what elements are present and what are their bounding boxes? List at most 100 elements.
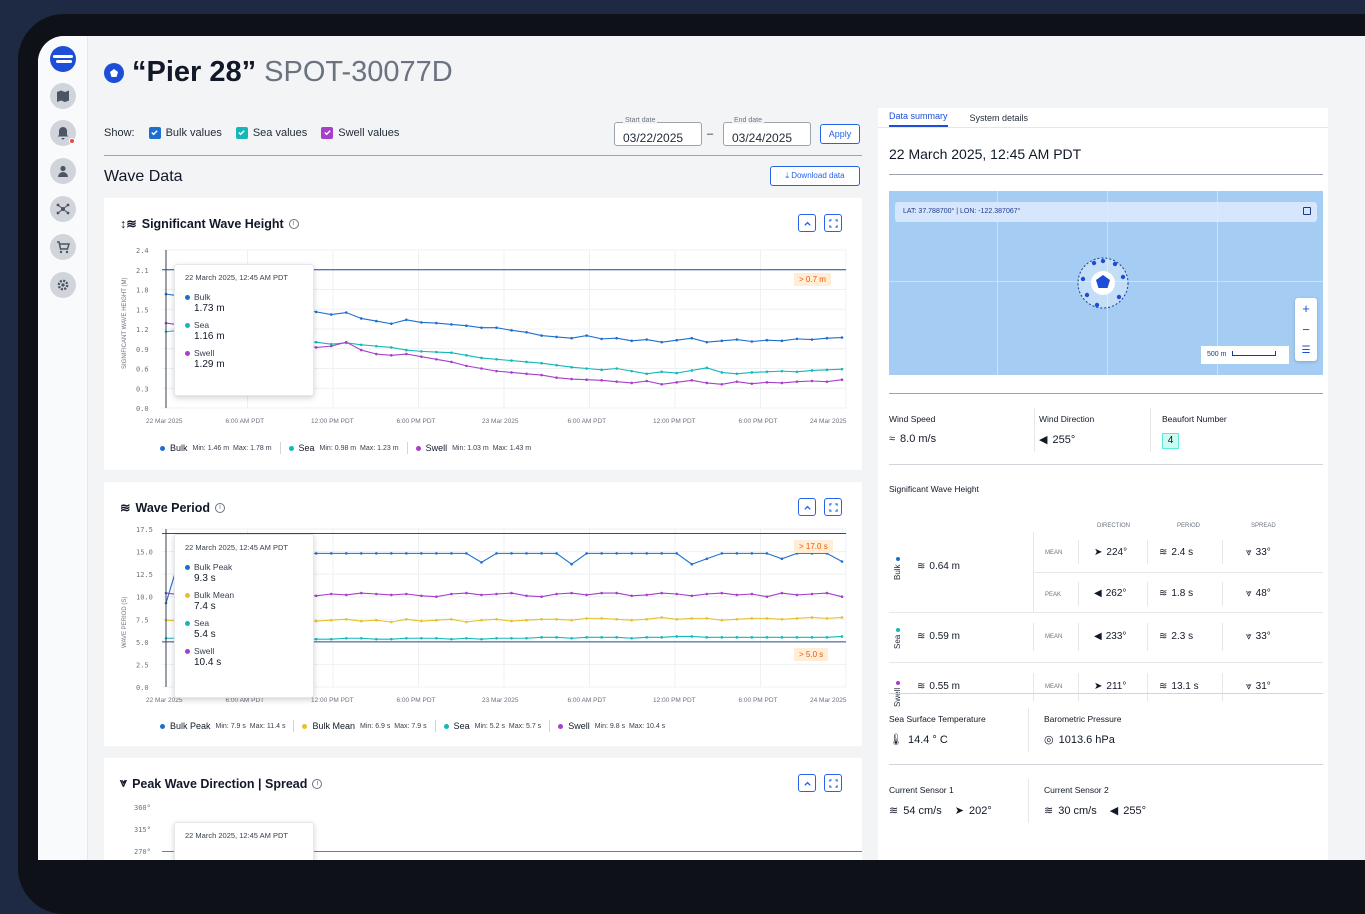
network-icon[interactable] [50, 196, 76, 222]
nav-rail [38, 36, 88, 860]
map-icon[interactable] [50, 83, 76, 109]
bulk-peak-spread-value: 48° [1255, 588, 1271, 599]
sea-checkbox[interactable]: Sea values [235, 126, 307, 139]
data-point [465, 591, 468, 595]
legend-max: 1.23 m [377, 444, 399, 452]
sea-period-value: 2.3 s [1171, 631, 1194, 642]
app-logo-icon[interactable] [50, 46, 76, 72]
tooltip-bulk-mean-value: 7.4 s [194, 601, 216, 612]
location-map[interactable]: LAT: 37.788700° | LON: -122.387067° + − … [889, 191, 1323, 375]
data-point [510, 591, 513, 595]
data-point [630, 381, 633, 385]
legend-name: Bulk Mean [312, 721, 356, 731]
data-point [720, 339, 724, 343]
legend-swell[interactable]: Swell Min: 1.03 m Max: 1.43 m [415, 443, 531, 453]
y-tick-label: 2.1 [136, 267, 149, 275]
zoom-out-button[interactable]: − [1295, 319, 1317, 340]
tooltip-bulk-peak-value: 9.3 s [194, 573, 216, 584]
x-tick-label: 6:00 PM PDT [739, 418, 778, 425]
bulk-peak-direction-value: 262° [1105, 588, 1127, 599]
data-point [405, 636, 408, 640]
data-point [329, 552, 333, 555]
data-point [555, 552, 558, 555]
cart-icon[interactable] [50, 234, 76, 260]
data-point [795, 380, 799, 383]
collapse-chevron-up-icon[interactable] [798, 774, 816, 792]
data-point [735, 338, 739, 341]
data-point [780, 636, 784, 639]
bell-icon[interactable] [50, 120, 76, 146]
x-tick-label: 24 Mar 2025 [810, 418, 847, 425]
tab-data-summary[interactable]: Data summary [889, 111, 948, 127]
data-point [690, 617, 694, 620]
sea-height: ≋ 0.59 m [917, 631, 960, 642]
settings-gear-icon[interactable] [50, 272, 76, 298]
start-date-field[interactable]: Start date 03/22/2025 [614, 117, 702, 146]
data-point [765, 636, 769, 639]
data-point [780, 617, 784, 621]
data-point [600, 368, 603, 372]
data-point [555, 636, 558, 639]
page-title: “Pier 28” SPOT-30077D [104, 56, 453, 89]
data-point [420, 619, 423, 623]
data-point [750, 340, 754, 343]
legend-name: Bulk Peak [170, 721, 211, 731]
apply-button[interactable]: Apply [820, 124, 860, 144]
period-legend: Bulk Peak Min: 7.9 s Max: 11.4 s Bulk Mea… [160, 720, 665, 732]
data-point [645, 379, 649, 383]
tab-system-details[interactable]: System details [970, 113, 1029, 127]
x-tick-label: 12:00 PM PDT [311, 418, 354, 425]
data-point [405, 352, 408, 356]
x-tick-label: 6:00 AM PDT [568, 697, 607, 704]
data-point [765, 338, 769, 342]
data-point [450, 552, 453, 555]
data-point [405, 348, 408, 352]
data-point [840, 367, 844, 371]
legend-sea[interactable]: Sea Min: 5.2 s Max: 5.7 s [443, 721, 541, 731]
legend-bulk-peak[interactable]: Bulk Peak Min: 7.9 s Max: 11.4 s [160, 721, 285, 731]
bulk-mean-direction: ➤ 224° [1094, 547, 1127, 558]
copy-icon[interactable] [1303, 207, 1311, 215]
y-tick-label: 0.0 [136, 684, 149, 692]
legend-bulk-mean[interactable]: Bulk Mean Min: 6.9 s Max: 7.9 s [302, 721, 427, 731]
data-point [510, 636, 513, 640]
bulk-mean-spread-value: 33° [1255, 547, 1271, 558]
spotter-location-marker-icon[interactable] [1075, 255, 1131, 311]
tooltip-bulk-mean-name: Bulk Mean [194, 590, 235, 600]
data-point [630, 369, 633, 373]
data-point [630, 552, 633, 555]
data-point [750, 371, 754, 374]
data-point [555, 617, 558, 621]
data-point [420, 350, 423, 353]
data-point [525, 618, 528, 622]
user-icon[interactable] [50, 158, 76, 184]
fullscreen-icon[interactable] [824, 774, 842, 792]
swell-checkbox[interactable]: Swell values [321, 126, 399, 139]
data-point [495, 617, 498, 621]
data-point [375, 618, 378, 622]
bulk-checkbox[interactable]: Bulk values [148, 126, 222, 139]
y-tick-label: 1.8 [136, 287, 149, 295]
legend-sea[interactable]: Sea Min: 0.98 m Max: 1.23 m [288, 443, 399, 453]
layers-icon[interactable]: ☰ [1295, 340, 1317, 361]
data-point [750, 382, 754, 385]
data-point [795, 370, 799, 374]
data-point [540, 334, 543, 337]
legend-bulk[interactable]: Bulk Min: 1.46 m Max: 1.78 m [160, 443, 272, 453]
legend-swell[interactable]: Swell Min: 9.8 s Max: 10.4 s [558, 721, 665, 731]
data-point [465, 620, 468, 624]
legend-name: Sea [453, 721, 470, 731]
data-point [795, 636, 799, 639]
swell-height: ≋ 0.55 m [917, 681, 960, 692]
spotter-pin-icon [104, 62, 124, 83]
period-low-threshold-badge: > 5.0 s [794, 648, 829, 661]
info-icon[interactable]: i [312, 778, 323, 789]
data-point [495, 369, 498, 373]
download-data-button[interactable]: ⤓ Download data [770, 166, 860, 186]
sea-height-value: 0.59 m [929, 631, 960, 642]
divider [889, 393, 1323, 394]
zoom-in-button[interactable]: + [1295, 298, 1317, 319]
data-point [480, 367, 483, 370]
end-date-field[interactable]: End date 03/24/2025 [723, 117, 811, 146]
direction-y-tick: 360° [134, 804, 151, 812]
